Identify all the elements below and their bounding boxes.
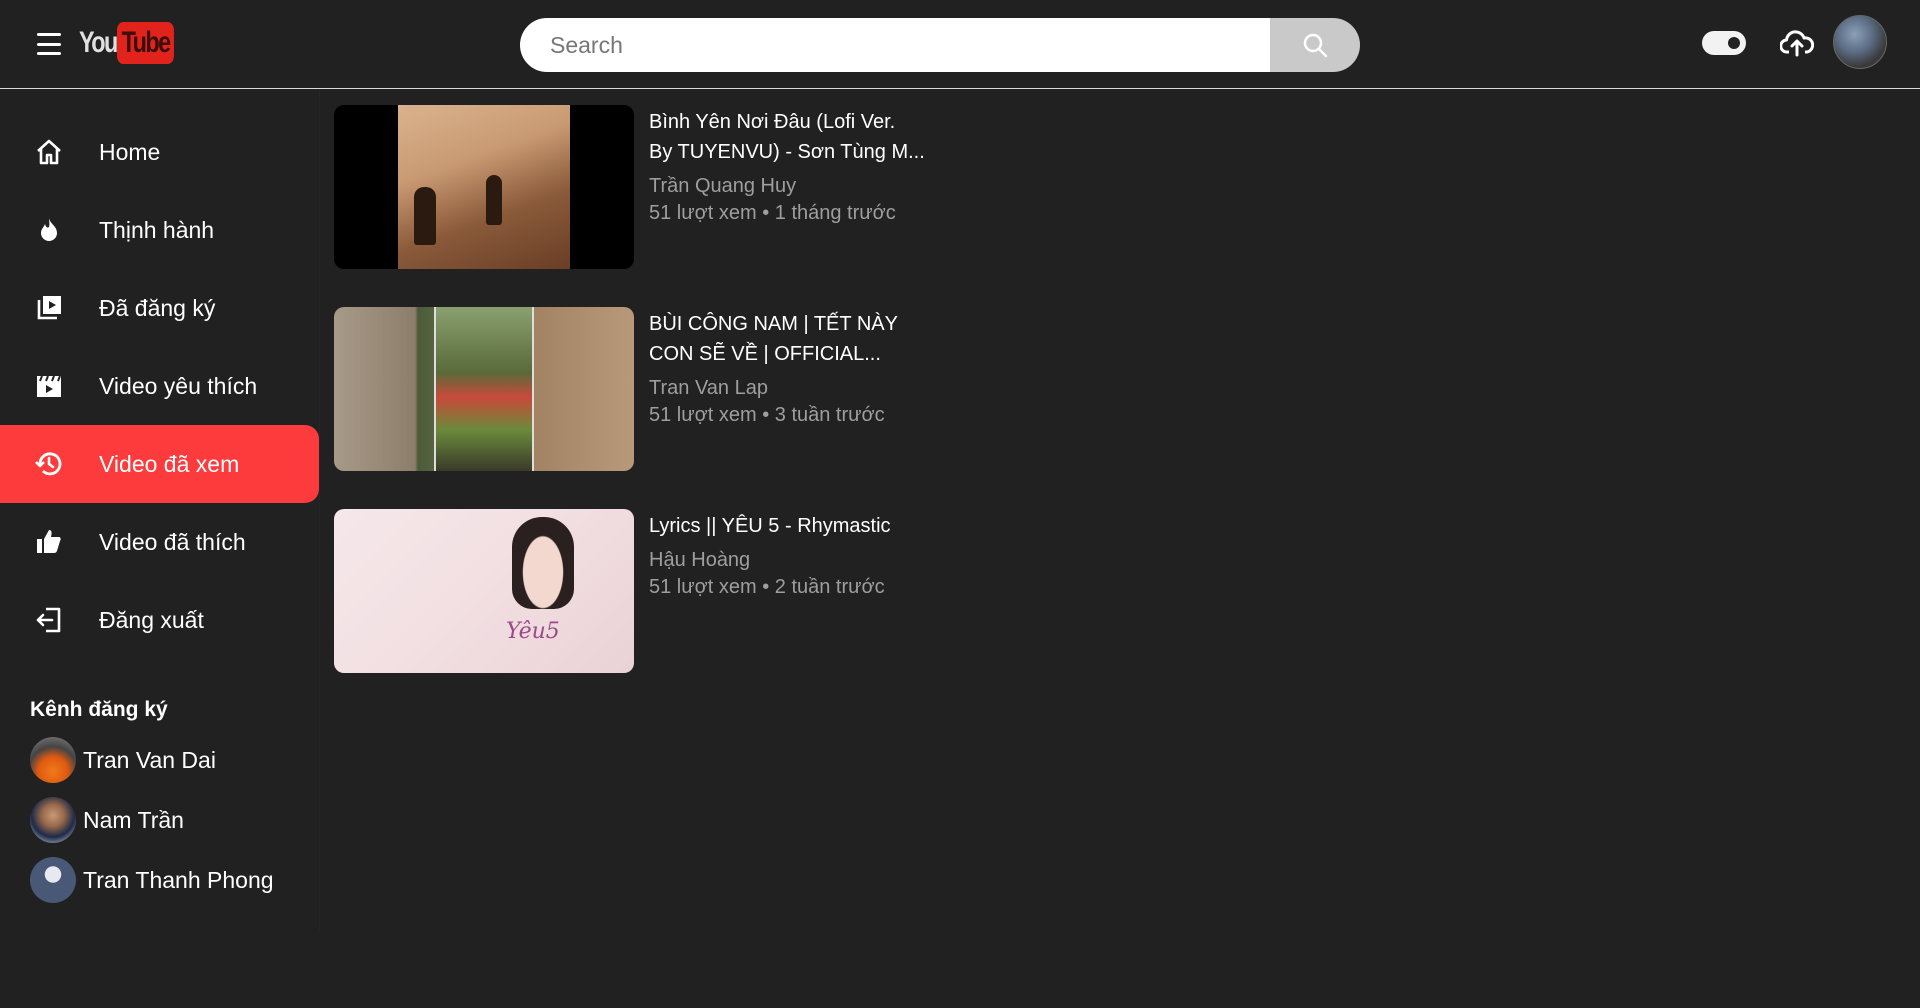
hamburger-menu-icon[interactable]	[33, 30, 65, 58]
sidebar-item-label: Đã đăng ký	[99, 294, 216, 321]
channel-avatar	[30, 797, 76, 843]
youtube-logo[interactable]: You Tube	[79, 21, 190, 65]
video-meta: 51 lượt xem • 1 tháng trước	[649, 202, 896, 224]
channel-avatar	[30, 737, 76, 783]
channel-name: Nam Trần	[83, 806, 184, 833]
cloud-upload-icon	[1779, 30, 1815, 57]
user-avatar[interactable]	[1833, 15, 1887, 69]
sidebar-item-label: Home	[99, 138, 161, 165]
search-bar	[520, 18, 1360, 72]
search-input[interactable]	[520, 18, 1270, 72]
home-icon	[34, 137, 64, 167]
theme-toggle[interactable]	[1702, 31, 1746, 55]
thumbnail-overlay-text: Yêu5	[506, 619, 560, 644]
video-title-line: By TUYENVU) - Sơn Tùng M...	[649, 141, 925, 163]
channel-item[interactable]: Tran Van Dai	[30, 737, 216, 783]
sidebar-item-label: Video đã xem	[99, 450, 240, 477]
video-channel[interactable]: Hậu Hoàng	[649, 549, 750, 572]
channel-name: Tran Thanh Phong	[83, 866, 274, 893]
channel-item[interactable]: Nam Trần	[30, 797, 184, 843]
channel-name: Tran Van Dai	[83, 746, 216, 773]
video-item[interactable]: Bình Yên Nơi Đâu (Lofi Ver. By TUYENVU) …	[334, 105, 954, 269]
top-bar: You Tube	[0, 0, 1920, 89]
video-item[interactable]: BÙI CÔNG NAM | TẾT NÀY CON SẼ VỀ | OFFIC…	[334, 307, 954, 471]
video-title-line: CON SẼ VỀ | OFFICIAL...	[649, 343, 881, 365]
video-thumbnail[interactable]	[334, 307, 634, 471]
history-icon	[34, 449, 64, 479]
channel-avatar	[30, 857, 76, 903]
sidebar-item-subscriptions[interactable]: Đã đăng ký	[0, 269, 319, 347]
video-channel[interactable]: Trần Quang Huy	[649, 175, 796, 198]
subscribed-channels-title: Kênh đăng ký	[30, 698, 168, 721]
logout-icon	[34, 605, 64, 635]
search-button[interactable]	[1270, 18, 1360, 72]
video-thumbnail[interactable]	[334, 105, 634, 269]
thumbnail-portrait	[512, 517, 574, 609]
video-meta: 51 lượt xem • 3 tuần trước	[649, 404, 885, 426]
video-thumbnail[interactable]: Yêu5	[334, 509, 634, 673]
subscriptions-icon	[34, 293, 64, 323]
sidebar-item-label: Video đã thích	[99, 528, 246, 555]
sidebar-item-watched-videos[interactable]: Video đã xem	[0, 425, 319, 503]
clapperboard-icon	[34, 371, 64, 401]
video-title-line: Lyrics || YÊU 5 - Rhymastic	[649, 515, 891, 537]
sidebar-item-label: Đăng xuất	[99, 606, 204, 633]
thumbnail-image	[434, 307, 534, 471]
video-meta: 51 lượt xem • 2 tuần trước	[649, 576, 885, 598]
sidebar-item-label: Thịnh hành	[99, 216, 215, 243]
thumbnail-figure	[414, 187, 436, 245]
video-title[interactable]: Bình Yên Nơi Đâu (Lofi Ver. By TUYENVU) …	[649, 107, 949, 167]
video-channel[interactable]: Tran Van Lap	[649, 377, 768, 400]
sidebar-item-logout[interactable]: Đăng xuất	[0, 581, 319, 659]
thumbnail-figure	[486, 175, 502, 225]
sidebar-item-liked-videos[interactable]: Video đã thích	[0, 503, 319, 581]
fire-icon	[34, 215, 64, 245]
video-item[interactable]: Yêu5 Lyrics || YÊU 5 - Rhymastic Hậu Hoà…	[334, 509, 954, 673]
sidebar-item-label: Video yêu thích	[99, 372, 258, 399]
thumbs-up-icon	[34, 527, 64, 557]
sidebar-item-trending[interactable]: Thịnh hành	[0, 191, 319, 269]
sidebar-item-home[interactable]: Home	[0, 113, 319, 191]
channel-item[interactable]: Tran Thanh Phong	[30, 857, 274, 903]
logo-tube-text: Tube	[117, 22, 175, 64]
search-icon	[1303, 33, 1328, 58]
video-title[interactable]: BÙI CÔNG NAM | TẾT NÀY CON SẼ VỀ | OFFIC…	[649, 309, 949, 369]
video-title-line: Bình Yên Nơi Đâu (Lofi Ver.	[649, 111, 896, 133]
upload-button[interactable]	[1779, 28, 1815, 58]
logo-you-text: You	[79, 26, 118, 59]
sidebar-item-favorite-videos[interactable]: Video yêu thích	[0, 347, 319, 425]
video-title-line: BÙI CÔNG NAM | TẾT NÀY	[649, 313, 898, 335]
video-title[interactable]: Lyrics || YÊU 5 - Rhymastic	[649, 511, 949, 541]
